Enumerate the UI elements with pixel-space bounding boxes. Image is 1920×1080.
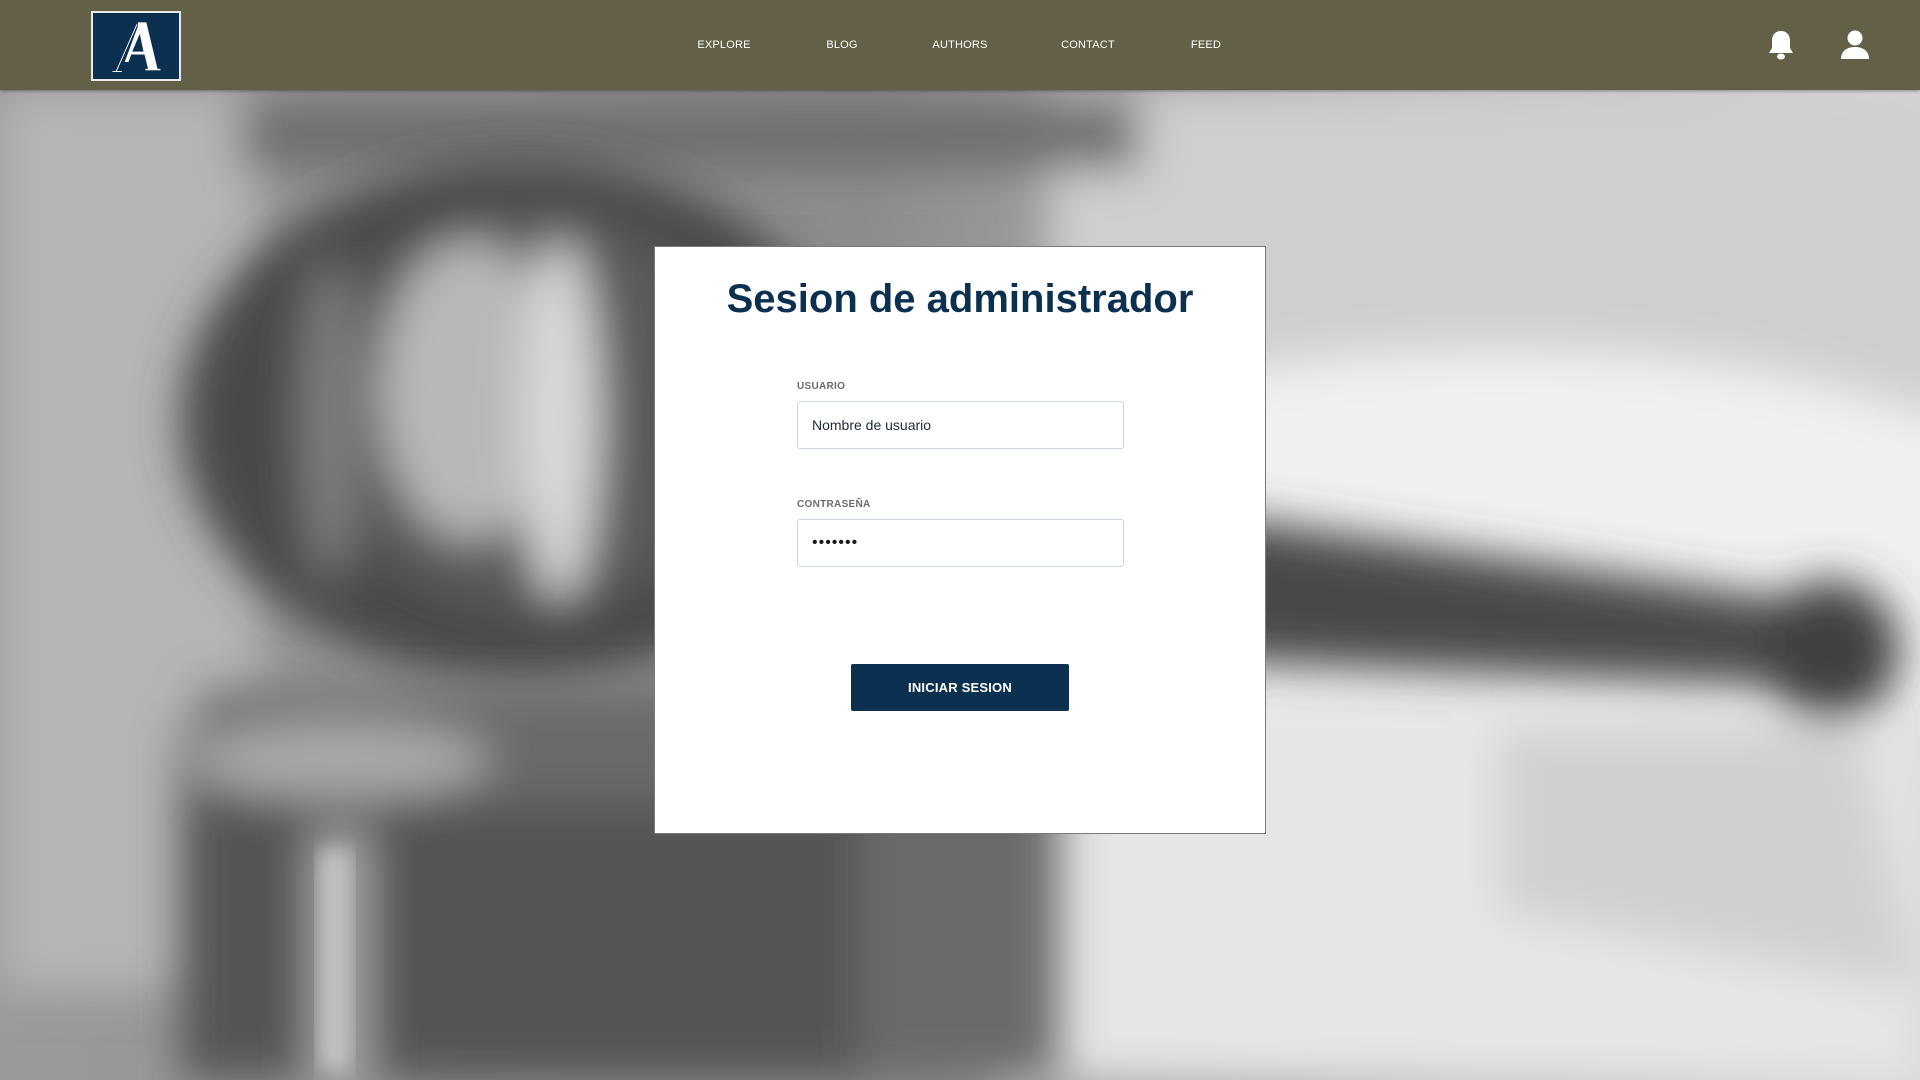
- password-label: CONTRASEÑA: [797, 499, 871, 510]
- nav-feed[interactable]: FEED: [1191, 39, 1221, 51]
- user-icon[interactable]: [1838, 28, 1872, 62]
- nav-authors[interactable]: AUTHORS: [932, 39, 987, 51]
- nav-explore[interactable]: EXPLORE: [697, 39, 750, 51]
- nav-blog[interactable]: BLOG: [826, 39, 857, 51]
- main-nav: EXPLORE BLOG AUTHORS CONTACT FEED: [0, 0, 1920, 90]
- username-input[interactable]: [797, 401, 1124, 449]
- nav-contact[interactable]: CONTACT: [1061, 39, 1115, 51]
- login-submit-button[interactable]: INICIAR SESION: [851, 664, 1069, 711]
- top-navbar: EXPLORE BLOG AUTHORS CONTACT FEED: [0, 0, 1920, 90]
- admin-login-card: Sesion de administrador USUARIO CONTRASE…: [654, 246, 1266, 834]
- bell-icon[interactable]: [1764, 28, 1798, 62]
- page: EXPLORE BLOG AUTHORS CONTACT FEED Sesion…: [0, 0, 1920, 1080]
- password-input[interactable]: [797, 519, 1124, 567]
- username-label: USUARIO: [797, 381, 846, 392]
- login-title: Sesion de administrador: [726, 277, 1194, 321]
